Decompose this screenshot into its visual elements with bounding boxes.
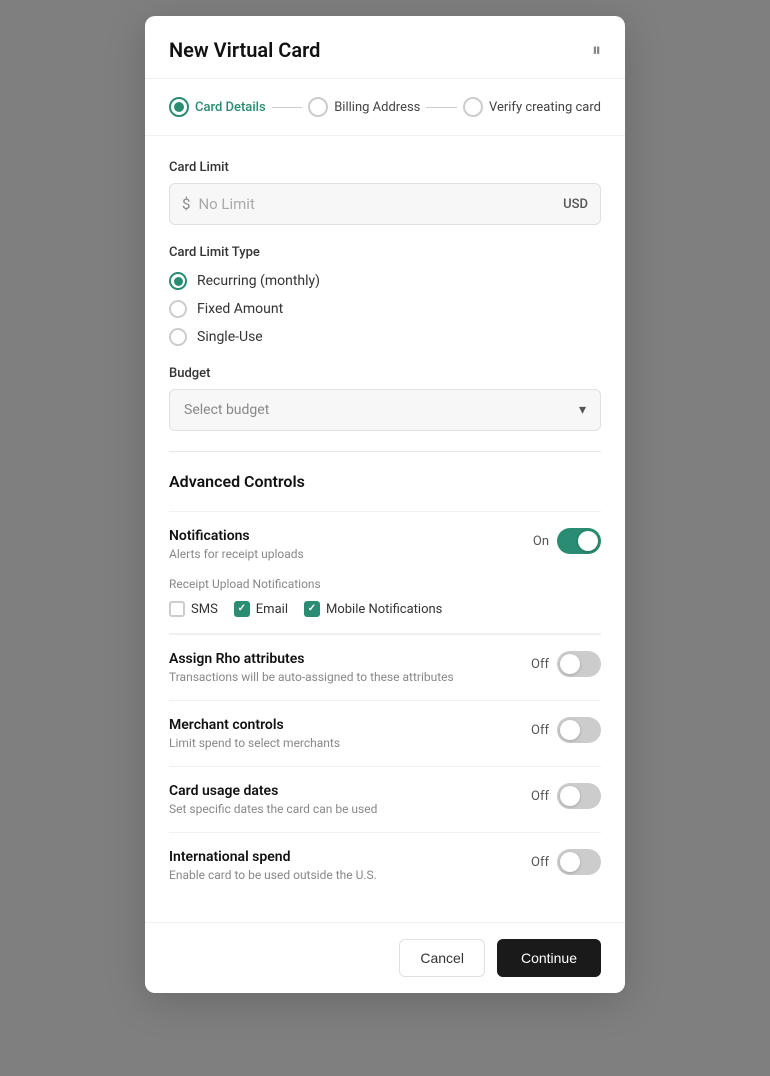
checkbox-label-mobile: Mobile Notifications (326, 602, 442, 617)
checkbox-box-mobile (304, 601, 320, 617)
cancel-button[interactable]: Cancel (399, 939, 485, 977)
advanced-controls: Advanced Controls Notifications Alerts f… (169, 472, 601, 898)
limit-placeholder: No Limit (198, 195, 563, 213)
international-spend-control: International spend Enable card to be us… (169, 832, 601, 898)
step-card-details: Card Details (169, 97, 266, 117)
assign-rho-toggle[interactable] (557, 651, 601, 677)
continue-button[interactable]: Continue (497, 939, 601, 977)
chevron-down-icon: ▾ (579, 402, 586, 418)
international-spend-toggle-container: Off (531, 849, 601, 875)
notifications-toggle[interactable] (557, 528, 601, 554)
radio-label-recurring: Recurring (monthly) (197, 273, 320, 289)
budget-select[interactable]: Select budget ▾ (169, 389, 601, 431)
step-label-verify: Verify creating card (489, 100, 601, 115)
merchant-controls-toggle-container: Off (531, 717, 601, 743)
step-verify: Verify creating card (463, 97, 601, 117)
checkbox-label-sms: SMS (191, 602, 218, 617)
radio-recurring[interactable]: Recurring (monthly) (169, 272, 601, 290)
radio-circle-recurring (169, 272, 187, 290)
step-label-card-details: Card Details (195, 100, 266, 115)
divider-1 (169, 451, 601, 452)
notifications-title: Notifications (169, 528, 517, 544)
radio-fixed[interactable]: Fixed Amount (169, 300, 601, 318)
modal-body: Card Limit $ No Limit USD Card Limit Typ… (145, 136, 625, 922)
card-limit-type: Card Limit Type Recurring (monthly) Fixe… (169, 245, 601, 346)
international-spend-toggle[interactable] (557, 849, 601, 875)
checkbox-email[interactable]: Email (234, 601, 288, 617)
advanced-controls-title: Advanced Controls (169, 472, 601, 491)
notifications-toggle-container: On (533, 528, 601, 554)
card-limit-field: Card Limit $ No Limit USD (169, 160, 601, 225)
notifications-info: Notifications Alerts for receipt uploads (169, 528, 517, 561)
international-spend-title: International spend (169, 849, 515, 865)
currency-symbol: $ (182, 195, 190, 213)
checkbox-sms[interactable]: SMS (169, 601, 218, 617)
card-limit-input[interactable]: $ No Limit USD (169, 183, 601, 225)
checkbox-mobile[interactable]: Mobile Notifications (304, 601, 442, 617)
radio-label-single: Single-Use (197, 329, 263, 345)
international-spend-toggle-label: Off (531, 855, 549, 870)
international-spend-desc: Enable card to be used outside the U.S. (169, 868, 515, 882)
budget-section: Budget Select budget ▾ (169, 366, 601, 431)
modal-header: New Virtual Card ⏸ (145, 16, 625, 79)
radio-single-use[interactable]: Single-Use (169, 328, 601, 346)
modal-footer: Cancel Continue (145, 922, 625, 993)
step-divider-2 (426, 107, 457, 108)
receipt-label: Receipt Upload Notifications (169, 577, 601, 591)
radio-label-fixed: Fixed Amount (197, 301, 283, 317)
pause-icon[interactable]: ⏸ (592, 40, 601, 61)
checkbox-box-sms (169, 601, 185, 617)
card-usage-dates-toggle-label: Off (531, 789, 549, 804)
merchant-controls-desc: Limit spend to select merchants (169, 736, 515, 750)
currency-code: USD (563, 197, 588, 212)
step-circle-verify (463, 97, 483, 117)
checkbox-label-email: Email (256, 602, 288, 617)
merchant-controls-control: Merchant controls Limit spend to select … (169, 700, 601, 766)
notifications-desc: Alerts for receipt uploads (169, 547, 517, 561)
step-divider-1 (272, 107, 303, 108)
merchant-controls-title: Merchant controls (169, 717, 515, 733)
card-usage-dates-toggle-container: Off (531, 783, 601, 809)
step-circle-card-details (169, 97, 189, 117)
assign-rho-toggle-label: Off (531, 657, 549, 672)
step-label-billing: Billing Address (334, 100, 420, 115)
radio-group: Recurring (monthly) Fixed Amount Single-… (169, 272, 601, 346)
card-limit-label: Card Limit (169, 160, 601, 175)
budget-label: Budget (169, 366, 601, 381)
assign-rho-desc: Transactions will be auto-assigned to th… (169, 670, 515, 684)
radio-circle-fixed (169, 300, 187, 318)
merchant-controls-toggle[interactable] (557, 717, 601, 743)
card-usage-dates-control: Card usage dates Set specific dates the … (169, 766, 601, 832)
assign-rho-toggle-container: Off (531, 651, 601, 677)
card-usage-dates-info: Card usage dates Set specific dates the … (169, 783, 515, 816)
stepper: Card Details Billing Address Verify crea… (145, 79, 625, 136)
step-circle-billing (308, 97, 328, 117)
radio-circle-single (169, 328, 187, 346)
merchant-controls-info: Merchant controls Limit spend to select … (169, 717, 515, 750)
merchant-controls-toggle-label: Off (531, 723, 549, 738)
card-limit-type-label: Card Limit Type (169, 245, 601, 260)
assign-rho-control: Assign Rho attributes Transactions will … (169, 634, 601, 700)
budget-select-placeholder: Select budget (184, 402, 269, 418)
checkbox-box-email (234, 601, 250, 617)
notifications-control: Notifications Alerts for receipt uploads… (169, 511, 601, 577)
notifications-toggle-label: On (533, 534, 549, 549)
new-virtual-card-modal: New Virtual Card ⏸ Card Details Billing … (145, 16, 625, 993)
card-usage-dates-title: Card usage dates (169, 783, 515, 799)
card-usage-dates-toggle[interactable] (557, 783, 601, 809)
receipt-notifications: Receipt Upload Notifications SMS Email M… (169, 577, 601, 634)
modal-title: New Virtual Card (169, 38, 320, 62)
assign-rho-title: Assign Rho attributes (169, 651, 515, 667)
step-billing-address: Billing Address (308, 97, 420, 117)
assign-rho-info: Assign Rho attributes Transactions will … (169, 651, 515, 684)
international-spend-info: International spend Enable card to be us… (169, 849, 515, 882)
card-usage-dates-desc: Set specific dates the card can be used (169, 802, 515, 816)
checkbox-group: SMS Email Mobile Notifications (169, 601, 601, 617)
